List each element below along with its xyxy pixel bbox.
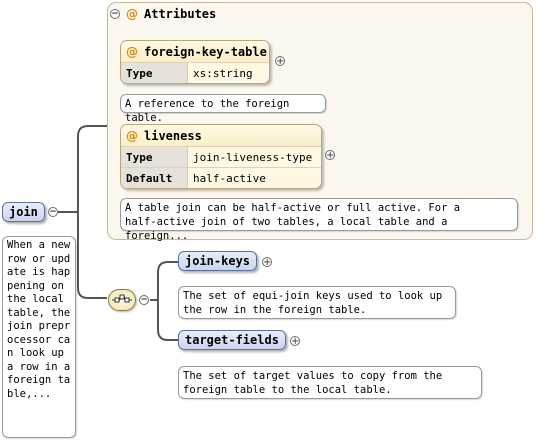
liveness-doc-line: A table join can be half-active or full …: [125, 202, 461, 214]
collapse-attributes-icon[interactable]: −: [110, 9, 120, 19]
attribute-marker-icon: @: [126, 128, 138, 143]
property-key: Type: [121, 62, 188, 83]
foreign-key-table-documentation: A reference to the foreign table.: [120, 94, 326, 124]
attribute-marker-icon: @: [126, 7, 138, 21]
liveness-doc-line: half-active join of two tables, a local …: [125, 216, 448, 242]
element-join[interactable]: join: [2, 202, 45, 222]
property-key: Type: [121, 146, 188, 168]
expand-liveness-icon[interactable]: +: [325, 150, 335, 161]
attribute-liveness[interactable]: @ liveness Type join-liveness-type Defau…: [120, 124, 322, 189]
property-value: xs:string: [187, 62, 269, 83]
target-fields-documentation: The set of target values to copy from th…: [178, 366, 482, 399]
join-keys-doc-line: The set of equi-join keys used to look u…: [183, 290, 443, 302]
element-label: target-fields: [185, 333, 279, 347]
join-documentation: When a new row or update is happening on…: [2, 236, 76, 438]
collapse-sequence-icon[interactable]: −: [139, 295, 149, 305]
join-keys-documentation: The set of equi-join keys used to look u…: [178, 286, 456, 319]
property-key: Default: [121, 167, 188, 188]
property-row: Type join-liveness-type: [121, 146, 321, 168]
element-target-fields[interactable]: target-fields: [178, 330, 286, 350]
attribute-name: liveness: [144, 128, 202, 143]
attribute-header: @ liveness: [121, 125, 321, 146]
attribute-foreign-key-table[interactable]: @ foreign-key-table Type xs:string: [120, 40, 270, 84]
target-fields-doc-line: The set of target values to copy from th…: [183, 370, 443, 382]
element-join-keys[interactable]: join-keys: [178, 251, 258, 271]
attribute-marker-icon: @: [126, 44, 138, 59]
sequence-icon: [112, 294, 132, 303]
sequence-compositor[interactable]: [108, 289, 136, 311]
join-doc-text: When a new row or update is happening on…: [7, 239, 71, 400]
collapse-join-icon[interactable]: −: [48, 207, 58, 217]
property-row: Default half-active: [121, 167, 321, 188]
attribute-name: foreign-key-table: [144, 44, 267, 59]
expand-target-fields-icon[interactable]: +: [290, 336, 300, 347]
element-label: join-keys: [185, 254, 251, 268]
attribute-header: @ foreign-key-table: [121, 41, 269, 62]
element-join-label: join: [9, 205, 38, 219]
attribute-properties: Type xs:string: [121, 62, 269, 83]
attribute-properties: Type join-liveness-type Default half-act…: [121, 146, 321, 188]
expand-foreign-key-table-icon[interactable]: +: [275, 56, 285, 67]
property-value: half-active: [187, 167, 321, 188]
attributes-label: Attributes: [144, 7, 217, 21]
liveness-documentation: A table join can be half-active or full …: [120, 198, 518, 242]
join-keys-doc-line: the row in the foreign table.: [183, 304, 367, 316]
attributes-header: − @ Attributes: [110, 6, 216, 22]
property-value: join-liveness-type: [187, 146, 321, 168]
target-fields-doc-line: foreign table to the local table.: [183, 384, 392, 396]
property-row: Type xs:string: [121, 62, 269, 83]
expand-join-keys-icon[interactable]: +: [262, 257, 272, 268]
